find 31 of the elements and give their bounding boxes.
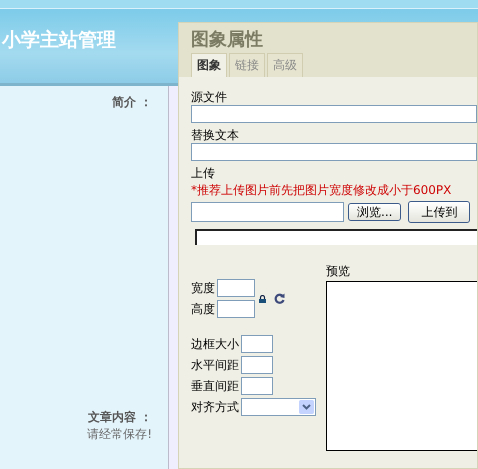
field-label: 边框大小 [191, 336, 239, 352]
upload-hint: *推荐上传图片前先把图片宽度修改成小于600PX [191, 182, 452, 199]
field-label: 宽度 [191, 280, 215, 296]
dialog-title: 图象属性 [191, 28, 264, 52]
height-field[interactable] [217, 300, 255, 318]
upload-file-field[interactable] [191, 202, 344, 222]
spacing-field[interactable] [241, 377, 273, 395]
site-title: 小学主站管理 [2, 28, 116, 53]
spacing-field[interactable] [241, 335, 273, 353]
field-label: 水平间距 [191, 357, 239, 373]
field-label: 简介 ： [112, 94, 152, 111]
upload-button[interactable]: 上传到 [408, 201, 470, 223]
field-label: 替换文本 [191, 127, 240, 143]
tab[interactable]: 图象 [191, 53, 227, 77]
align-select[interactable] [241, 398, 316, 416]
preview-label: 预览 [326, 263, 351, 279]
lock-icon[interactable] [259, 294, 266, 302]
field-label: 源文件 [191, 89, 228, 105]
source-field[interactable] [191, 105, 477, 123]
alt-text-field[interactable] [191, 143, 477, 161]
field-label: 高度 [191, 301, 215, 317]
spacing-field[interactable] [241, 356, 273, 374]
field-label: 对齐方式 [191, 399, 239, 415]
field-label: 上传 [191, 165, 216, 181]
browse-button[interactable]: 浏览... [348, 203, 402, 221]
field-label: 文章内容 ： [88, 409, 152, 426]
field-label: 垂直间距 [191, 378, 239, 394]
reset-icon[interactable] [274, 293, 285, 304]
width-field[interactable] [217, 279, 255, 297]
save-reminder: 请经常保存! [87, 426, 152, 443]
caret-icon [299, 400, 314, 414]
